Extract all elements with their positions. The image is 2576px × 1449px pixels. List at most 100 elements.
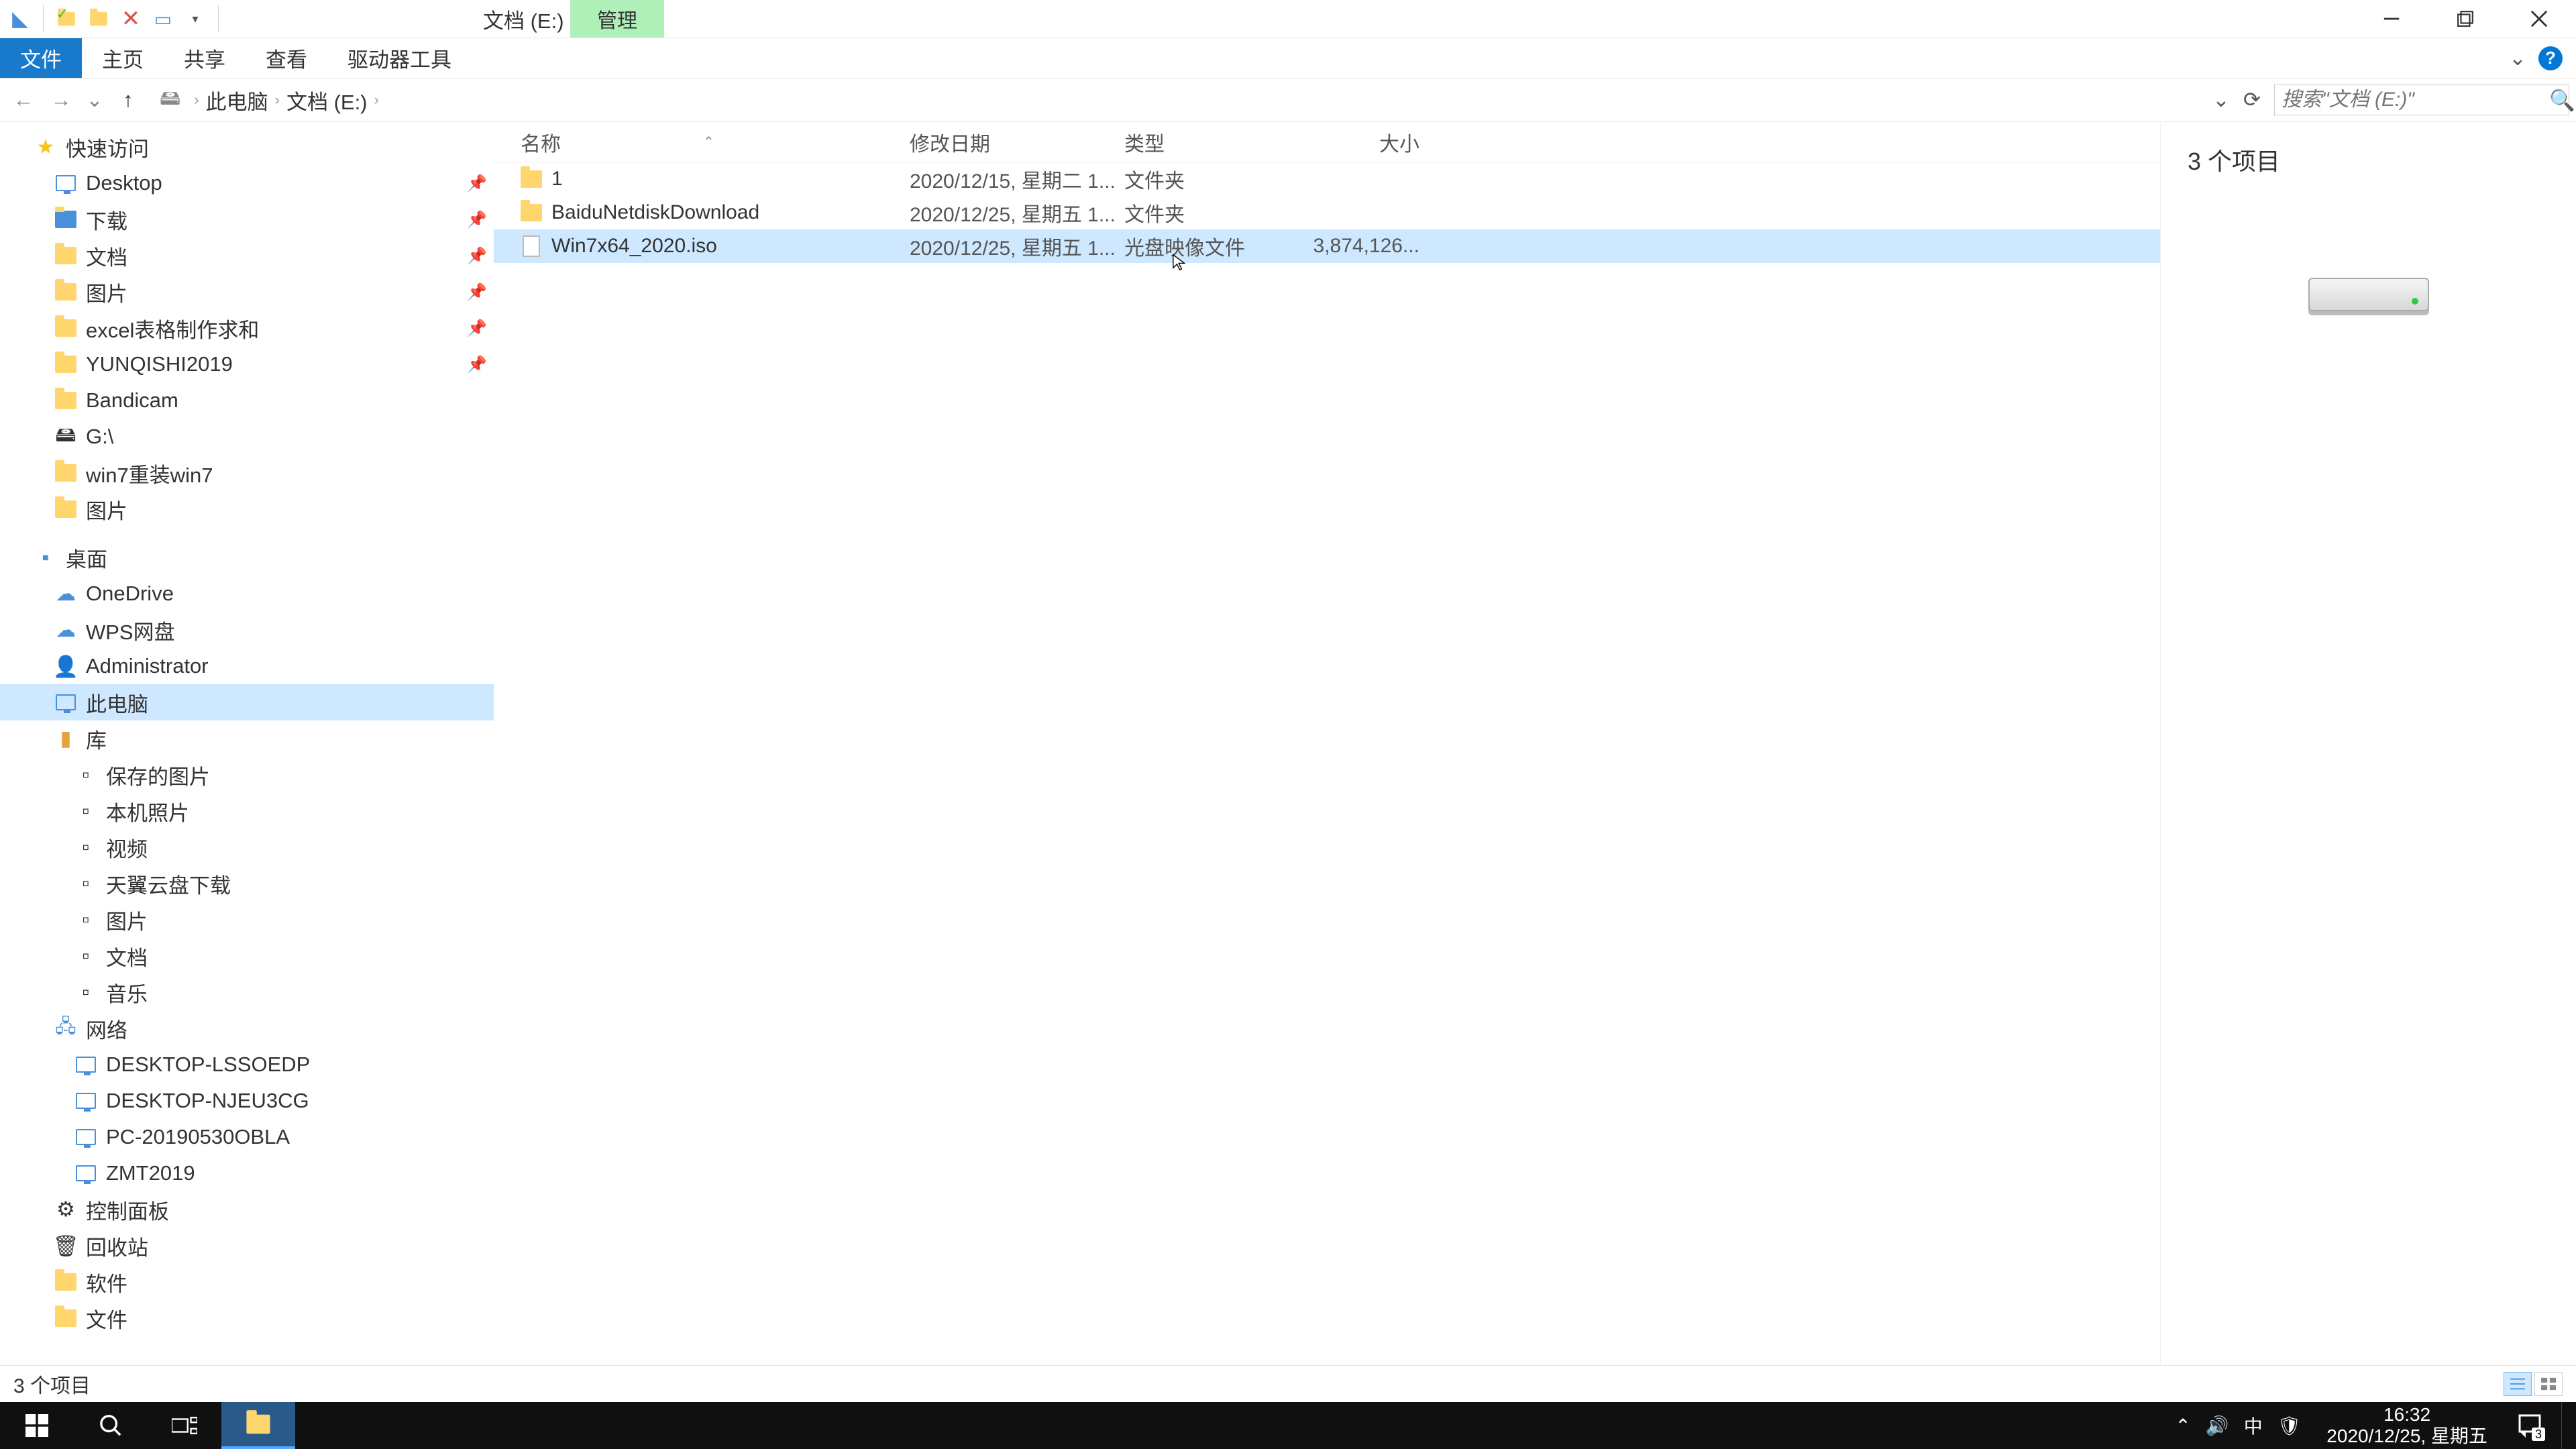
nav-item-yunqishi[interactable]: YUNQISHI2019📌 <box>0 346 494 382</box>
up-button[interactable]: ↑ <box>111 83 145 117</box>
file-list[interactable]: 名称⌃ 修改日期 类型 大小 1 2020/12/15, 星期二 1... 文件… <box>494 122 2160 1365</box>
maximize-button[interactable] <box>2428 0 2502 38</box>
ribbon-tab-drive-tools[interactable]: 驱动器工具 <box>327 38 472 78</box>
column-header-size[interactable]: 大小 <box>1305 127 1419 157</box>
ribbon-tab-home[interactable]: 主页 <box>82 38 164 78</box>
qat-dropdown-icon[interactable]: ▾ <box>182 5 209 32</box>
taskbar-explorer-button[interactable] <box>221 1402 295 1449</box>
nav-label: 图片 <box>106 905 148 935</box>
nav-item-controlpanel[interactable]: ⚙控制面板 <box>0 1191 494 1228</box>
nav-item-user[interactable]: 👤Administrator <box>0 648 494 684</box>
nav-item-pictures[interactable]: 图片📌 <box>0 274 494 310</box>
breadcrumb-segment-1[interactable]: 此电脑 <box>206 85 268 115</box>
nav-item-onedrive[interactable]: ☁OneDrive <box>0 576 494 612</box>
tray-security-icon[interactable]: 🛡 <box>2277 1415 2302 1437</box>
breadcrumb-arrow-icon[interactable]: › <box>275 91 280 109</box>
ribbon-tab-file[interactable]: 文件 <box>0 38 82 78</box>
nav-item-software[interactable]: 软件 <box>0 1264 494 1300</box>
nav-item-lib-music[interactable]: ▫音乐 <box>0 974 494 1010</box>
breadcrumb-arrow-icon[interactable]: › <box>374 91 379 109</box>
nav-label: OneDrive <box>86 582 174 606</box>
nav-desktop-section[interactable]: ▪桌面 <box>0 539 494 576</box>
forward-button[interactable]: → <box>44 83 78 117</box>
nav-item-network[interactable]: 🖧网络 <box>0 1010 494 1046</box>
user-icon: 👤 <box>54 654 78 678</box>
nav-history-dropdown[interactable]: ⌄ <box>86 88 103 112</box>
qat-delete-icon[interactable]: ✕ <box>117 5 144 32</box>
nav-item-desktop[interactable]: Desktop📌 <box>0 165 494 201</box>
nav-label: G:\ <box>86 425 113 449</box>
search-input[interactable] <box>2282 89 2544 111</box>
nav-item-savedpics[interactable]: ▫保存的图片 <box>0 757 494 793</box>
nav-item-downloads[interactable]: 下载📌 <box>0 201 494 237</box>
qat-app-icon[interactable]: ◣ <box>7 5 34 32</box>
breadcrumb-segment-2[interactable]: 文档 (E:) <box>286 85 368 115</box>
folder-icon <box>54 461 78 485</box>
nav-item-netpc2[interactable]: DESKTOP-NJEU3CG <box>0 1083 494 1119</box>
nav-label: win7重装win7 <box>86 458 213 488</box>
nav-quick-access[interactable]: ★ 快速访问 <box>0 129 494 165</box>
nav-item-lib-pictures[interactable]: ▫图片 <box>0 902 494 938</box>
ribbon-tab-share[interactable]: 共享 <box>164 38 246 78</box>
nav-item-videos[interactable]: ▫视频 <box>0 829 494 865</box>
qat-properties-icon[interactable]: ✓ <box>53 5 80 32</box>
ribbon-context-tab[interactable]: 管理 <box>570 0 664 38</box>
back-button[interactable]: ← <box>7 83 40 117</box>
nav-label: 本机照片 <box>106 796 189 826</box>
nav-item-thispc[interactable]: 此电脑 <box>0 684 494 720</box>
breadcrumb[interactable]: 🖴 › 此电脑 › 文档 (E:) › <box>152 85 2206 115</box>
nav-label: ZMT2019 <box>106 1161 195 1185</box>
nav-item-netpc3[interactable]: PC-20190530OBLA <box>0 1119 494 1155</box>
nav-item-win7reinstall[interactable]: win7重装win7 <box>0 455 494 491</box>
start-button[interactable] <box>0 1402 74 1449</box>
qat-new-folder-icon[interactable] <box>85 5 112 32</box>
nav-item-libraries[interactable]: ▮库 <box>0 720 494 757</box>
details-view-button[interactable] <box>2504 1372 2532 1396</box>
search-box[interactable]: 🔍 <box>2274 85 2569 115</box>
nav-item-files[interactable]: 文件 <box>0 1300 494 1336</box>
nav-item-tianyidl[interactable]: ▫天翼云盘下载 <box>0 865 494 902</box>
ribbon-tab-view[interactable]: 查看 <box>246 38 327 78</box>
notification-center-button[interactable]: 3 <box>2513 1409 2546 1442</box>
qat-rename-icon[interactable]: ▭ <box>150 5 176 32</box>
nav-item-excel[interactable]: excel表格制作求和📌 <box>0 310 494 346</box>
taskbar-clock[interactable]: 16:32 2020/12/25, 星期五 <box>2316 1404 2498 1447</box>
file-row-selected[interactable]: Win7x64_2020.iso 2020/12/25, 星期五 1... 光盘… <box>494 229 2160 263</box>
search-icon[interactable]: 🔍 <box>2549 88 2575 113</box>
navigation-pane[interactable]: ★ 快速访问 Desktop📌 下载📌 文档📌 图片📌 excel表格制作求和📌… <box>0 122 494 1365</box>
help-icon[interactable]: ? <box>2538 46 2563 70</box>
column-header-name[interactable]: 名称⌃ <box>521 127 910 157</box>
ribbon-expand-icon[interactable]: ⌄ <box>2509 46 2526 70</box>
nav-item-pictures2[interactable]: 图片 <box>0 491 494 527</box>
nav-item-bandicam[interactable]: Bandicam <box>0 382 494 419</box>
search-button[interactable] <box>74 1402 148 1449</box>
column-header-date[interactable]: 修改日期 <box>910 127 1124 157</box>
ribbon-tabs: 文件 主页 共享 查看 驱动器工具 ⌄ ? <box>0 38 2576 78</box>
breadcrumb-dropdown-icon[interactable]: ⌄ <box>2212 88 2230 112</box>
minimize-button[interactable] <box>2355 0 2428 38</box>
nav-item-netpc1[interactable]: DESKTOP-LSSOEDP <box>0 1046 494 1083</box>
nav-item-documents[interactable]: 文档📌 <box>0 237 494 274</box>
nav-item-gdrive[interactable]: 🖴G:\ <box>0 419 494 455</box>
show-desktop-button[interactable] <box>2561 1402 2568 1449</box>
tray-chevron-icon[interactable]: ⌃ <box>2175 1415 2190 1437</box>
column-header-type[interactable]: 类型 <box>1124 127 1305 157</box>
nav-item-netpc4[interactable]: ZMT2019 <box>0 1155 494 1191</box>
file-row[interactable]: 1 2020/12/15, 星期二 1... 文件夹 <box>494 162 2160 196</box>
icons-view-button[interactable] <box>2534 1372 2563 1396</box>
refresh-button[interactable]: ⟳ <box>2237 85 2267 115</box>
breadcrumb-arrow-icon[interactable]: › <box>194 91 199 109</box>
tray-ime-indicator[interactable]: 中 <box>2244 1412 2263 1439</box>
tray-volume-icon[interactable]: 🔊 <box>2206 1415 2229 1437</box>
close-button[interactable] <box>2502 0 2576 38</box>
nav-item-lib-docs[interactable]: ▫文档 <box>0 938 494 974</box>
file-date: 2020/12/15, 星期二 1... <box>910 164 1124 194</box>
nav-item-localphotos[interactable]: ▫本机照片 <box>0 793 494 829</box>
task-view-button[interactable] <box>148 1402 221 1449</box>
pc-icon <box>74 1125 98 1149</box>
file-row[interactable]: BaiduNetdiskDownload 2020/12/25, 星期五 1..… <box>494 196 2160 229</box>
preview-title: 3 个项目 <box>2188 142 2549 177</box>
nav-item-wps[interactable]: ☁WPS网盘 <box>0 612 494 648</box>
nav-item-recyclebin[interactable]: 🗑回收站 <box>0 1228 494 1264</box>
nav-label: PC-20190530OBLA <box>106 1125 290 1149</box>
